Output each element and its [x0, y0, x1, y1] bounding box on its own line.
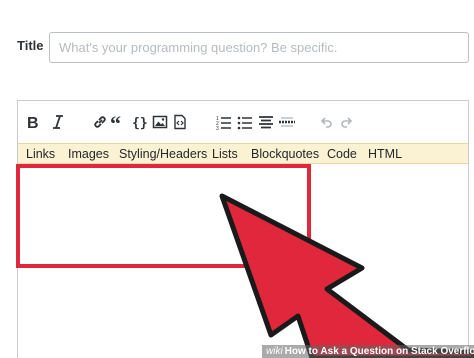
italic-icon[interactable] [47, 110, 69, 134]
ask-question-page: Title B “ {} 123 [0, 0, 474, 358]
svg-text:B: B [27, 115, 39, 130]
title-label: Title [17, 38, 44, 53]
svg-text:3: 3 [216, 126, 219, 130]
redo-icon[interactable] [336, 110, 358, 134]
numbered-list-icon[interactable]: 123 [213, 110, 235, 134]
code-icon[interactable]: {} [129, 110, 151, 134]
help-tab-blockquotes[interactable]: Blockquotes [251, 147, 319, 161]
horizontal-rule-icon[interactable] [276, 110, 298, 134]
title-input[interactable] [49, 32, 469, 63]
svg-text:{}: {} [132, 116, 148, 130]
bold-icon[interactable]: B [22, 110, 44, 134]
blockquote-icon[interactable]: “ [108, 110, 130, 134]
formatting-help-bar: Links Images Styling/Headers Lists Block… [18, 143, 468, 164]
help-tab-styling[interactable]: Styling/Headers [119, 147, 207, 161]
help-tab-html[interactable]: HTML [368, 147, 402, 161]
image-icon[interactable] [149, 110, 171, 134]
snippet-icon[interactable] [169, 110, 191, 134]
watermark-text: How to Ask a Question on Stack Overflow [284, 346, 474, 357]
editor-toolbar: B “ {} 123 [18, 101, 468, 143]
svg-text:“: “ [110, 114, 121, 130]
help-tab-code[interactable]: Code [327, 147, 357, 161]
undo-icon[interactable] [315, 110, 337, 134]
body-textarea[interactable] [18, 164, 468, 358]
watermark-brand: wiki [266, 346, 283, 357]
help-tab-images[interactable]: Images [68, 147, 109, 161]
help-tab-links[interactable]: Links [26, 147, 55, 161]
heading-icon[interactable] [255, 110, 277, 134]
bulleted-list-icon[interactable] [234, 110, 256, 134]
help-tab-lists[interactable]: Lists [212, 147, 238, 161]
watermark: wiki How to Ask a Question on Stack Overf… [262, 345, 474, 358]
